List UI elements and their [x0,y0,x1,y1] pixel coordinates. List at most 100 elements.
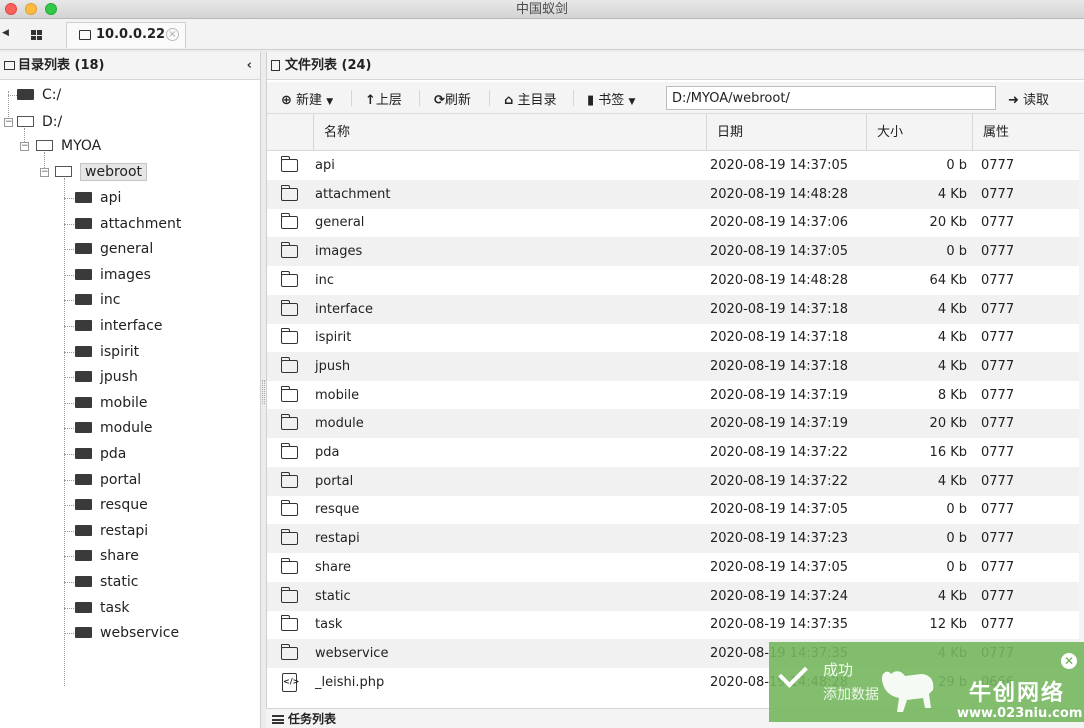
chevron-down-icon: ▼ [628,97,636,107]
folder-icon [75,345,92,357]
file-date: 2020-08-19 14:37:05 [710,158,849,173]
tab-scroll-left-icon[interactable]: ◀ [2,28,9,38]
close-window-button[interactable] [5,3,17,15]
watermark-brand: 牛创网络 [969,681,1066,706]
column-size[interactable]: 大小 [866,114,972,151]
list-icon [272,715,284,724]
bookmark-button[interactable]: ▮ 书签 ▼ [587,89,635,108]
file-date: 2020-08-19 14:37:05 [710,502,849,518]
tree-node-mobile[interactable]: mobile [75,392,147,414]
up-button[interactable]: ↑上层 [365,89,402,108]
file-date: 2020-08-19 14:37:23 [710,531,849,547]
tree-node-attachment[interactable]: attachment [75,213,181,235]
file-attr: 0777 [981,617,1015,633]
tree-node-general[interactable]: general [75,238,153,260]
tree-node-inc[interactable]: inc [75,289,120,311]
tree-node-label: D:/ [42,114,63,130]
file-name: attachment [315,186,391,202]
file-row[interactable]: restapi 2020-08-19 14:37:23 0 b 0777 [267,524,1079,554]
tab-host[interactable]: 10.0.0.22 × [66,22,186,48]
file-row[interactable]: interface 2020-08-19 14:37:18 4 Kb 0777 [267,294,1079,324]
file-date: 2020-08-19 14:48:28 [710,272,849,288]
file-row[interactable]: api 2020-08-19 14:37:05 0 b 0777 [267,151,1079,180]
refresh-button[interactable]: ⟳刷新 [434,89,471,108]
file-size: 12 Kb [929,617,967,633]
tab-label: 10.0.0.22 [96,27,166,42]
file-row[interactable]: ispirit 2020-08-19 14:37:18 4 Kb 0777 [267,323,1079,352]
file-name: share [315,559,352,575]
file-row[interactable]: resque 2020-08-19 14:37:05 0 b 0777 [267,495,1079,524]
file-row[interactable]: inc 2020-08-19 14:48:28 64 Kb 0777 [267,266,1079,295]
column-attr[interactable]: 属性 [972,114,1079,151]
panel-splitter[interactable] [262,380,265,404]
tree-node-c-drive[interactable]: C:/ [17,84,61,106]
file-row[interactable]: general 2020-08-19 14:37:06 20 Kb 0777 [267,208,1079,237]
file-name: static [315,588,351,604]
tree-node-restapi[interactable]: restapi [75,520,148,542]
folder-icon [281,443,298,459]
tree-node-label: module [100,420,153,437]
tree-node-webservice[interactable]: webservice [75,622,179,644]
read-button[interactable]: ➜ 读取 [1008,89,1049,108]
tree-node-webroot[interactable]: webroot [55,161,148,183]
tab-close-icon[interactable]: × [166,28,179,41]
file-row[interactable]: mobile 2020-08-19 14:37:19 8 Kb 0777 [267,381,1079,410]
grid-menu-icon[interactable] [31,30,42,40]
folder-icon [281,414,298,431]
file-date: 2020-08-19 14:37:22 [710,445,849,460]
file-row[interactable]: attachment 2020-08-19 14:48:28 4 Kb 0777 [267,179,1079,209]
column-date[interactable]: 日期 [706,114,866,151]
folder-icon [75,576,92,587]
folder-icon [75,627,92,639]
tree-node-share[interactable]: share [75,545,139,567]
vertical-scrollbar[interactable] [1079,114,1084,728]
toast-close-icon[interactable]: ✕ [1061,653,1077,669]
file-row[interactable]: module 2020-08-19 14:37:19 20 Kb 0777 [267,409,1079,439]
file-attr: 0777 [981,244,1015,260]
home-button[interactable]: ⌂ 主目录 [504,89,556,108]
tree-node-interface[interactable]: interface [75,315,162,337]
collapse-toggle-icon[interactable]: − [40,168,49,177]
file-name: portal [315,473,354,489]
folder-open-icon [17,116,34,127]
file-row[interactable]: jpush 2020-08-19 14:37:18 4 Kb 0777 [267,351,1079,381]
collapse-toggle-icon[interactable]: − [4,118,13,127]
tree-node-task[interactable]: task [75,597,129,619]
tree-node-label: portal [100,471,142,488]
file-row[interactable]: pda 2020-08-19 14:37:22 16 Kb 0777 [267,438,1079,467]
file-row[interactable]: images 2020-08-19 14:37:05 0 b 0777 [267,237,1079,267]
tree-node-jpush[interactable]: jpush [75,366,138,388]
tree-node-portal[interactable]: portal [75,469,141,491]
tree-node-images[interactable]: images [75,264,151,286]
new-button[interactable]: ⊕ 新建 ▼ [281,89,333,108]
tree-node-api[interactable]: api [75,187,121,209]
file-date: 2020-08-19 14:37:18 [710,330,849,346]
file-attr: 0777 [981,186,1015,202]
zoom-window-button[interactable] [45,3,57,15]
folder-icon [281,643,298,660]
folder-icon [75,396,92,408]
file-row[interactable]: task 2020-08-19 14:37:35 12 Kb 0777 [267,610,1079,639]
file-size: 64 Kb [929,272,967,288]
folder-open-icon [55,166,72,177]
file-name: resque [315,502,360,518]
tree-node-module[interactable]: module [75,417,152,439]
collapse-panel-icon[interactable]: ‹ [247,52,252,80]
file-row[interactable]: portal 2020-08-19 14:37:22 4 Kb 0777 [267,466,1079,496]
minimize-window-button[interactable] [25,3,37,15]
file-row[interactable]: static 2020-08-19 14:37:24 4 Kb 0777 [267,581,1079,611]
file-panel-header: 文件列表 (24) [267,52,1084,80]
tree-node-resque[interactable]: resque [75,494,148,516]
file-attr: 0777 [981,416,1015,432]
path-input[interactable] [666,86,996,110]
tree-node-ispirit[interactable]: ispirit [75,341,139,363]
tree-node-myoa[interactable]: MYOA [36,135,101,157]
chevron-down-icon: ▼ [326,97,334,107]
tree-node-pda[interactable]: pda [75,443,126,465]
file-name: pda [315,445,340,460]
tree-node-static[interactable]: static [75,571,138,593]
file-row[interactable]: share 2020-08-19 14:37:05 0 b 0777 [267,553,1079,582]
folder-icon [281,615,298,632]
collapse-toggle-icon[interactable]: − [20,142,29,151]
column-name[interactable]: 名称 [313,114,706,151]
